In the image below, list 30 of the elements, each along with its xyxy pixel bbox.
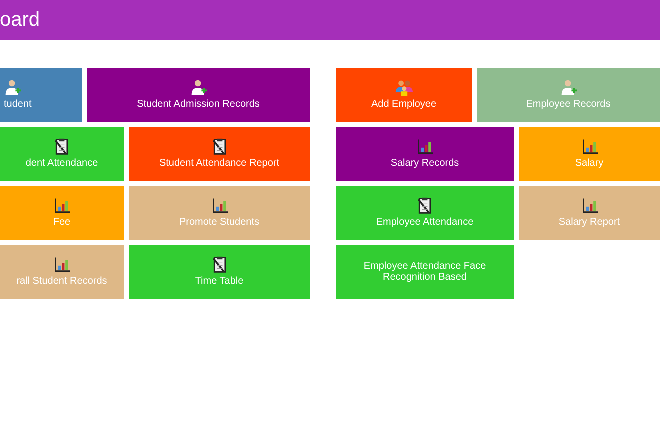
- person-add-icon: [190, 79, 208, 98]
- bar-chart-icon: [580, 138, 598, 156]
- bar-chart-icon: [580, 197, 598, 216]
- dashboard-tile[interactable]: Employee Attendance Face Recognition Based: [336, 245, 514, 299]
- bar-chart-icon: [416, 138, 434, 156]
- dashboard-tile[interactable]: Student Attendance Report: [129, 127, 310, 181]
- bar-chart-icon: [53, 256, 71, 274]
- dashboard-tile[interactable]: Student Admission Records: [87, 68, 310, 122]
- dashboard-tile[interactable]: Salary Report: [519, 186, 660, 240]
- person-add-icon: [4, 79, 22, 98]
- dashboard-tile[interactable]: Employee Records: [477, 68, 660, 122]
- dashboard-tile[interactable]: Promote Students: [129, 186, 310, 240]
- bar-chart-icon: [210, 197, 228, 216]
- clipboard-icon: [210, 138, 228, 156]
- dashboard-tile[interactable]: Employee Attendance: [336, 186, 514, 240]
- dashboard-tile[interactable]: tudent: [0, 68, 82, 122]
- dashboard-tile[interactable]: Add Employee: [336, 68, 472, 122]
- dashboard-tile[interactable]: Fee: [0, 186, 124, 240]
- dashboard-tile[interactable]: Time Table: [129, 245, 310, 299]
- clipboard-icon: [210, 256, 228, 274]
- people-icon: [395, 79, 413, 98]
- page-title: oard: [0, 8, 40, 32]
- dashboard-tile[interactable]: rall Student Records: [0, 245, 124, 299]
- clipboard-icon: [416, 197, 434, 216]
- person-add-icon: [560, 79, 578, 98]
- dashboard-tile[interactable]: Salary: [519, 127, 660, 181]
- dashboard-tile[interactable]: dent Attendance: [0, 127, 124, 181]
- clipboard-icon: [53, 138, 71, 156]
- bar-chart-icon: [53, 197, 71, 216]
- dashboard-tile[interactable]: Salary Records: [336, 127, 514, 181]
